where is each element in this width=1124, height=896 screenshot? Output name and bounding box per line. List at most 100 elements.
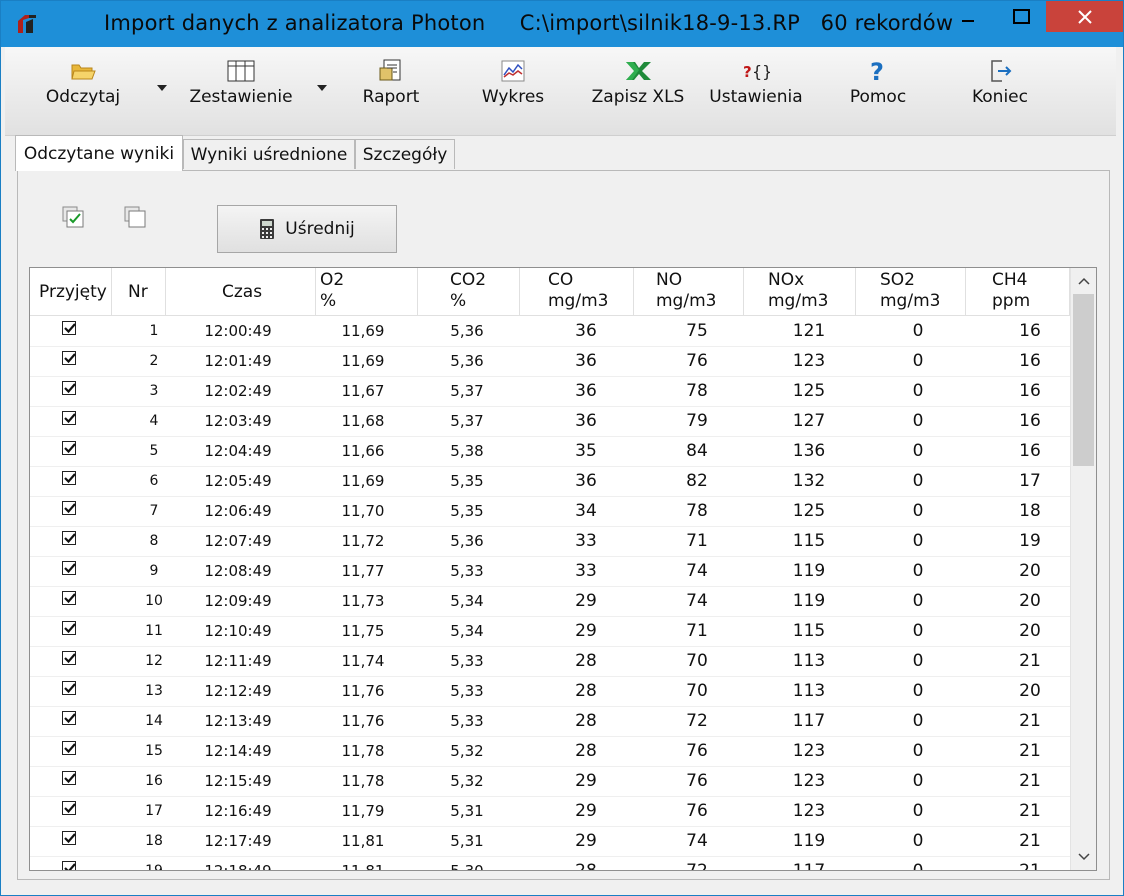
cell-so2: 0 <box>912 351 924 371</box>
toolbar-button-wykres[interactable]: Wykres <box>466 55 560 117</box>
title-bar[interactable]: Import danych z analizatora Photon C:\im… <box>1 1 1123 47</box>
cell-nox: 119 <box>792 831 826 851</box>
cell-time: 12:09:49 <box>204 592 272 610</box>
cell-so2: 0 <box>912 711 924 731</box>
column-header[interactable]: Przyjęty <box>30 268 112 316</box>
accepted-checkbox[interactable] <box>62 501 76 515</box>
column-header-label: Czas <box>222 282 263 302</box>
accepted-checkbox[interactable] <box>62 471 76 485</box>
table-row[interactable]: 6 12:05:49 11,69 5,35 36 82 132 0 17 <box>30 466 1070 497</box>
table-row[interactable]: 3 12:02:49 11,67 5,37 36 78 125 0 16 <box>30 376 1070 407</box>
cell-co: 34 <box>575 501 597 521</box>
toolbar-button-zestawienie[interactable]: Zestawienie <box>181 55 301 117</box>
cell-nr: 1 <box>149 323 159 339</box>
table-row[interactable]: 2 12:01:49 11,69 5,36 36 76 123 0 16 <box>30 346 1070 377</box>
table-row[interactable]: 5 12:04:49 11,66 5,38 35 84 136 0 16 <box>30 436 1070 467</box>
report-icon <box>378 55 404 87</box>
table-row[interactable]: 16 12:15:49 11,78 5,32 29 76 123 0 21 <box>30 766 1070 797</box>
cell-so2: 0 <box>912 411 924 431</box>
column-header[interactable]: NOx mg/m3 <box>744 268 856 316</box>
cell-co: 28 <box>575 681 597 701</box>
column-header[interactable]: NO mg/m3 <box>634 268 744 316</box>
accepted-checkbox[interactable] <box>62 711 76 725</box>
cell-co: 29 <box>575 621 597 641</box>
column-header-label: Nr <box>128 282 148 302</box>
cell-so2: 0 <box>912 381 924 401</box>
accepted-checkbox[interactable] <box>62 801 76 815</box>
table-row[interactable]: 12 12:11:49 11,74 5,33 28 70 113 0 21 <box>30 646 1070 677</box>
cell-o2: 11,81 <box>341 832 385 850</box>
accepted-checkbox[interactable] <box>62 861 76 870</box>
accepted-checkbox[interactable] <box>62 621 76 635</box>
cell-co2: 5,32 <box>450 742 484 760</box>
maximize-button[interactable] <box>999 1 1045 33</box>
scroll-up-icon[interactable] <box>1071 268 1096 294</box>
accepted-checkbox[interactable] <box>62 351 76 365</box>
vertical-scrollbar[interactable] <box>1070 268 1096 870</box>
cell-nr: 10 <box>145 593 163 609</box>
table-row[interactable]: 18 12:17:49 11,81 5,31 29 74 119 0 21 <box>30 826 1070 857</box>
accepted-checkbox[interactable] <box>62 681 76 695</box>
accepted-checkbox[interactable] <box>62 411 76 425</box>
check-all-icon[interactable] <box>61 205 87 231</box>
cell-time: 12:05:49 <box>204 472 272 490</box>
table-row[interactable]: 14 12:13:49 11,76 5,33 28 72 117 0 21 <box>30 706 1070 737</box>
column-header[interactable]: CO mg/m3 <box>520 268 634 316</box>
close-button[interactable] <box>1046 1 1123 32</box>
scroll-down-icon[interactable] <box>1071 844 1096 870</box>
table-row[interactable]: 4 12:03:49 11,68 5,37 36 79 127 0 16 <box>30 406 1070 437</box>
table-row[interactable]: 15 12:14:49 11,78 5,32 28 76 123 0 21 <box>30 736 1070 767</box>
accepted-checkbox[interactable] <box>62 561 76 575</box>
accepted-checkbox[interactable] <box>62 531 76 545</box>
table-row[interactable]: 11 12:10:49 11,75 5,34 29 71 115 0 20 <box>30 616 1070 647</box>
accepted-checkbox[interactable] <box>62 831 76 845</box>
help-icon: ? <box>867 55 889 87</box>
table-row[interactable]: 17 12:16:49 11,79 5,31 29 76 123 0 21 <box>30 796 1070 827</box>
accepted-checkbox[interactable] <box>62 741 76 755</box>
odczytaj-dropdown-arrow[interactable] <box>157 85 167 91</box>
cell-ch4: 16 <box>1019 411 1041 431</box>
column-header[interactable]: SO2 mg/m3 <box>856 268 966 316</box>
cell-co2: 5,31 <box>450 802 484 820</box>
toolbar-button-zapisz-xls[interactable]: Zapisz XLS <box>583 55 693 117</box>
cell-so2: 0 <box>912 771 924 791</box>
tab-odczytane-wyniki[interactable]: Odczytane wyniki <box>15 135 183 171</box>
table-row[interactable]: 10 12:09:49 11,73 5,34 29 74 119 0 20 <box>30 586 1070 617</box>
column-header[interactable]: CH4 ppm <box>966 268 1070 316</box>
toolbar-button-koniec[interactable]: Koniec <box>955 55 1045 117</box>
column-header[interactable]: O2% <box>316 268 418 316</box>
table-row[interactable]: 1 12:00:49 11,69 5,36 36 75 121 0 16 <box>30 316 1070 347</box>
table-row[interactable]: 19 12:18:49 11,81 5,30 28 72 117 0 21 <box>30 856 1070 871</box>
column-header[interactable]: Czas <box>166 268 316 316</box>
toolbar-button-pomoc[interactable]: ? Pomoc <box>835 55 921 117</box>
table-row[interactable]: 9 12:08:49 11,77 5,33 33 74 119 0 20 <box>30 556 1070 587</box>
cell-ch4: 21 <box>1019 771 1041 791</box>
cell-co: 36 <box>575 411 597 431</box>
scrollbar-thumb[interactable] <box>1073 294 1094 466</box>
accepted-checkbox[interactable] <box>62 441 76 455</box>
accepted-checkbox[interactable] <box>62 771 76 785</box>
table-row[interactable]: 13 12:12:49 11,76 5,33 28 70 113 0 20 <box>30 676 1070 707</box>
accepted-checkbox[interactable] <box>62 321 76 335</box>
cell-co: 29 <box>575 771 597 791</box>
average-button[interactable]: Uśrednij <box>217 205 397 253</box>
table-row[interactable]: 8 12:07:49 11,72 5,36 33 71 115 0 19 <box>30 526 1070 557</box>
uncheck-all-icon[interactable] <box>123 205 149 231</box>
minimize-button[interactable] <box>945 1 991 33</box>
accepted-checkbox[interactable] <box>62 381 76 395</box>
table-row[interactable]: 7 12:06:49 11,70 5,35 34 78 125 0 18 <box>30 496 1070 527</box>
accepted-checkbox[interactable] <box>62 591 76 605</box>
cell-no: 72 <box>686 861 708 871</box>
column-header[interactable]: CO2% <box>418 268 520 316</box>
tab-wyniki-usrednione[interactable]: Wyniki uśrednione <box>183 139 355 169</box>
cell-no: 76 <box>686 801 708 821</box>
column-header[interactable]: Nr <box>112 268 166 316</box>
toolbar-button-odczytaj[interactable]: Odczytaj <box>33 55 133 117</box>
cell-no: 76 <box>686 771 708 791</box>
tab-szczegoly[interactable]: Szczegóły <box>355 139 455 169</box>
toolbar-button-raport[interactable]: Raport <box>346 55 436 117</box>
toolbar-button-ustawienia[interactable]: ?{} Ustawienia <box>703 55 809 117</box>
cell-no: 84 <box>686 441 708 461</box>
zestawienie-dropdown-arrow[interactable] <box>317 85 327 91</box>
accepted-checkbox[interactable] <box>62 651 76 665</box>
